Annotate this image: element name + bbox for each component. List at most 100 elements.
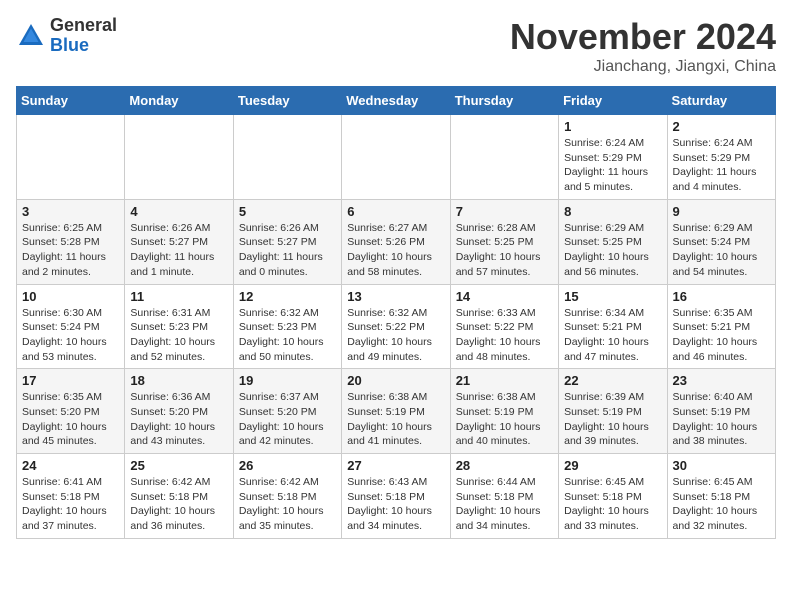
day-info: Sunrise: 6:24 AMSunset: 5:29 PMDaylight:… (673, 136, 770, 195)
calendar-cell: 28 Sunrise: 6:44 AMSunset: 5:18 PMDayligh… (450, 454, 558, 539)
day-number: 1 (564, 119, 661, 134)
calendar-week-row: 10 Sunrise: 6:30 AMSunset: 5:24 PMDayligh… (17, 284, 776, 369)
day-number: 20 (347, 373, 444, 388)
calendar-cell: 7 Sunrise: 6:28 AMSunset: 5:25 PMDaylight… (450, 199, 558, 284)
day-number: 8 (564, 204, 661, 219)
day-number: 29 (564, 458, 661, 473)
day-info: Sunrise: 6:41 AMSunset: 5:18 PMDaylight:… (22, 475, 119, 534)
calendar-cell: 19 Sunrise: 6:37 AMSunset: 5:20 PMDayligh… (233, 369, 341, 454)
calendar-cell (342, 115, 450, 200)
location-subtitle: Jianchang, Jiangxi, China (510, 58, 776, 76)
calendar-cell: 2Sunrise: 6:24 AMSunset: 5:29 PMDaylight… (667, 115, 775, 200)
calendar-cell (125, 115, 233, 200)
day-number: 4 (130, 204, 227, 219)
day-info: Sunrise: 6:26 AMSunset: 5:27 PMDaylight:… (239, 221, 336, 280)
day-number: 6 (347, 204, 444, 219)
day-number: 27 (347, 458, 444, 473)
day-number: 17 (22, 373, 119, 388)
calendar-cell (450, 115, 558, 200)
day-info: Sunrise: 6:28 AMSunset: 5:25 PMDaylight:… (456, 221, 553, 280)
calendar-cell: 4 Sunrise: 6:26 AMSunset: 5:27 PMDaylight… (125, 199, 233, 284)
day-info: Sunrise: 6:33 AMSunset: 5:22 PMDaylight:… (456, 306, 553, 365)
calendar-cell: 11Sunrise: 6:31 AMSunset: 5:23 PMDayligh… (125, 284, 233, 369)
day-info: Sunrise: 6:35 AMSunset: 5:20 PMDaylight:… (22, 390, 119, 449)
calendar-cell: 23 Sunrise: 6:40 AMSunset: 5:19 PMDayligh… (667, 369, 775, 454)
calendar-week-row: 1 Sunrise: 6:24 AMSunset: 5:29 PMDaylight… (17, 115, 776, 200)
day-info: Sunrise: 6:31 AMSunset: 5:23 PMDaylight:… (130, 306, 227, 365)
logo-general: General (50, 15, 117, 35)
calendar-week-row: 3Sunrise: 6:25 AMSunset: 5:28 PMDaylight… (17, 199, 776, 284)
weekday-header-sunday: Sunday (17, 87, 125, 115)
day-info: Sunrise: 6:40 AMSunset: 5:19 PMDaylight:… (673, 390, 770, 449)
day-number: 24 (22, 458, 119, 473)
day-info: Sunrise: 6:37 AMSunset: 5:20 PMDaylight:… (239, 390, 336, 449)
calendar-week-row: 24 Sunrise: 6:41 AMSunset: 5:18 PMDayligh… (17, 454, 776, 539)
calendar-week-row: 17 Sunrise: 6:35 AMSunset: 5:20 PMDayligh… (17, 369, 776, 454)
logo-text: General Blue (50, 16, 117, 56)
day-info: Sunrise: 6:42 AMSunset: 5:18 PMDaylight:… (130, 475, 227, 534)
day-info: Sunrise: 6:36 AMSunset: 5:20 PMDaylight:… (130, 390, 227, 449)
day-info: Sunrise: 6:29 AMSunset: 5:24 PMDaylight:… (673, 221, 770, 280)
day-number: 5 (239, 204, 336, 219)
calendar-cell: 25 Sunrise: 6:42 AMSunset: 5:18 PMDayligh… (125, 454, 233, 539)
calendar-cell: 22 Sunrise: 6:39 AMSunset: 5:19 PMDayligh… (559, 369, 667, 454)
calendar-cell: 6 Sunrise: 6:27 AMSunset: 5:26 PMDaylight… (342, 199, 450, 284)
day-number: 7 (456, 204, 553, 219)
day-number: 18 (130, 373, 227, 388)
day-info: Sunrise: 6:26 AMSunset: 5:27 PMDaylight:… (130, 221, 227, 280)
day-info: Sunrise: 6:42 AMSunset: 5:18 PMDaylight:… (239, 475, 336, 534)
day-info: Sunrise: 6:25 AMSunset: 5:28 PMDaylight:… (22, 221, 119, 280)
calendar-cell: 8 Sunrise: 6:29 AMSunset: 5:25 PMDaylight… (559, 199, 667, 284)
day-info: Sunrise: 6:29 AMSunset: 5:25 PMDaylight:… (564, 221, 661, 280)
day-number: 10 (22, 289, 119, 304)
day-info: Sunrise: 6:32 AMSunset: 5:23 PMDaylight:… (239, 306, 336, 365)
day-number: 14 (456, 289, 553, 304)
day-number: 12 (239, 289, 336, 304)
calendar-cell: 3Sunrise: 6:25 AMSunset: 5:28 PMDaylight… (17, 199, 125, 284)
calendar-cell: 9 Sunrise: 6:29 AMSunset: 5:24 PMDaylight… (667, 199, 775, 284)
calendar-cell: 5 Sunrise: 6:26 AMSunset: 5:27 PMDaylight… (233, 199, 341, 284)
weekday-header-row: SundayMondayTuesdayWednesdayThursdayFrid… (17, 87, 776, 115)
day-number: 22 (564, 373, 661, 388)
day-number: 25 (130, 458, 227, 473)
day-info: Sunrise: 6:45 AMSunset: 5:18 PMDaylight:… (564, 475, 661, 534)
month-title: November 2024 (510, 16, 776, 58)
weekday-header-thursday: Thursday (450, 87, 558, 115)
day-info: Sunrise: 6:38 AMSunset: 5:19 PMDaylight:… (347, 390, 444, 449)
day-number: 28 (456, 458, 553, 473)
calendar-cell: 17 Sunrise: 6:35 AMSunset: 5:20 PMDayligh… (17, 369, 125, 454)
day-number: 16 (673, 289, 770, 304)
day-info: Sunrise: 6:43 AMSunset: 5:18 PMDaylight:… (347, 475, 444, 534)
calendar-cell: 10 Sunrise: 6:30 AMSunset: 5:24 PMDayligh… (17, 284, 125, 369)
day-info: Sunrise: 6:24 AMSunset: 5:29 PMDaylight:… (564, 136, 661, 195)
calendar-cell: 21Sunrise: 6:38 AMSunset: 5:19 PMDayligh… (450, 369, 558, 454)
page-header: General Blue November 2024 Jianchang, Ji… (16, 16, 776, 76)
day-number: 13 (347, 289, 444, 304)
calendar-cell: 20 Sunrise: 6:38 AMSunset: 5:19 PMDayligh… (342, 369, 450, 454)
calendar-cell: 30 Sunrise: 6:45 AMSunset: 5:18 PMDayligh… (667, 454, 775, 539)
calendar-cell: 18 Sunrise: 6:36 AMSunset: 5:20 PMDayligh… (125, 369, 233, 454)
day-info: Sunrise: 6:32 AMSunset: 5:22 PMDaylight:… (347, 306, 444, 365)
calendar-cell: 29 Sunrise: 6:45 AMSunset: 5:18 PMDayligh… (559, 454, 667, 539)
day-info: Sunrise: 6:34 AMSunset: 5:21 PMDaylight:… (564, 306, 661, 365)
day-info: Sunrise: 6:35 AMSunset: 5:21 PMDaylight:… (673, 306, 770, 365)
day-number: 19 (239, 373, 336, 388)
day-number: 9 (673, 204, 770, 219)
day-info: Sunrise: 6:27 AMSunset: 5:26 PMDaylight:… (347, 221, 444, 280)
day-number: 30 (673, 458, 770, 473)
calendar-cell: 26Sunrise: 6:42 AMSunset: 5:18 PMDayligh… (233, 454, 341, 539)
day-info: Sunrise: 6:45 AMSunset: 5:18 PMDaylight:… (673, 475, 770, 534)
day-info: Sunrise: 6:30 AMSunset: 5:24 PMDaylight:… (22, 306, 119, 365)
day-info: Sunrise: 6:44 AMSunset: 5:18 PMDaylight:… (456, 475, 553, 534)
logo-blue: Blue (50, 35, 89, 55)
day-info: Sunrise: 6:39 AMSunset: 5:19 PMDaylight:… (564, 390, 661, 449)
calendar-cell (233, 115, 341, 200)
calendar-table: SundayMondayTuesdayWednesdayThursdayFrid… (16, 86, 776, 539)
calendar-cell: 14 Sunrise: 6:33 AMSunset: 5:22 PMDayligh… (450, 284, 558, 369)
day-number: 21 (456, 373, 553, 388)
day-number: 15 (564, 289, 661, 304)
day-number: 23 (673, 373, 770, 388)
calendar-cell: 15 Sunrise: 6:34 AMSunset: 5:21 PMDayligh… (559, 284, 667, 369)
logo: General Blue (16, 16, 117, 56)
calendar-cell: 16 Sunrise: 6:35 AMSunset: 5:21 PMDayligh… (667, 284, 775, 369)
